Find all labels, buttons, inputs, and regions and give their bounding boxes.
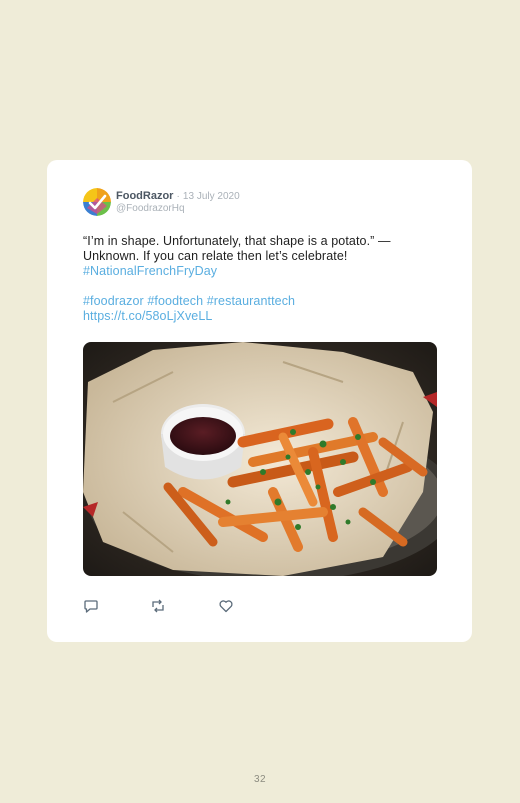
hashtag-link[interactable]: #restauranttech [207, 294, 295, 308]
author-handle[interactable]: @FoodrazorHq [116, 203, 185, 214]
page-number: 32 [253, 774, 267, 785]
author-name[interactable]: FoodRazor [116, 190, 173, 202]
tweet-text-line: Unknown. If you can relate then let’s ce… [83, 249, 348, 263]
tweet-photo[interactable] [83, 342, 437, 576]
tweet-card: FoodRazor · 13 July 2020 @FoodrazorHq “I… [47, 160, 472, 642]
author-line: FoodRazor · 13 July 2020 [116, 190, 240, 202]
tweet-date[interactable]: 13 July 2020 [183, 191, 240, 202]
foodrazor-logo-avatar[interactable] [83, 188, 111, 216]
hashtag-link[interactable]: #foodtech [147, 294, 203, 308]
separator-dot: · [176, 191, 180, 202]
hashtag-link[interactable]: #NationalFrenchFryDay [83, 264, 423, 279]
heart-icon[interactable] [218, 598, 234, 614]
reply-icon[interactable] [83, 598, 99, 614]
fries-photo-illustration [83, 342, 437, 576]
tweet-text-line: “I’m in shape. Unfortunately, that shape… [83, 234, 391, 248]
hashtag-link[interactable]: #foodrazor [83, 294, 144, 308]
retweet-icon[interactable] [150, 598, 166, 614]
url-link[interactable]: https://t.co/58oLjXveLL [83, 309, 423, 324]
tweet-text: “I’m in shape. Unfortunately, that shape… [83, 234, 423, 324]
